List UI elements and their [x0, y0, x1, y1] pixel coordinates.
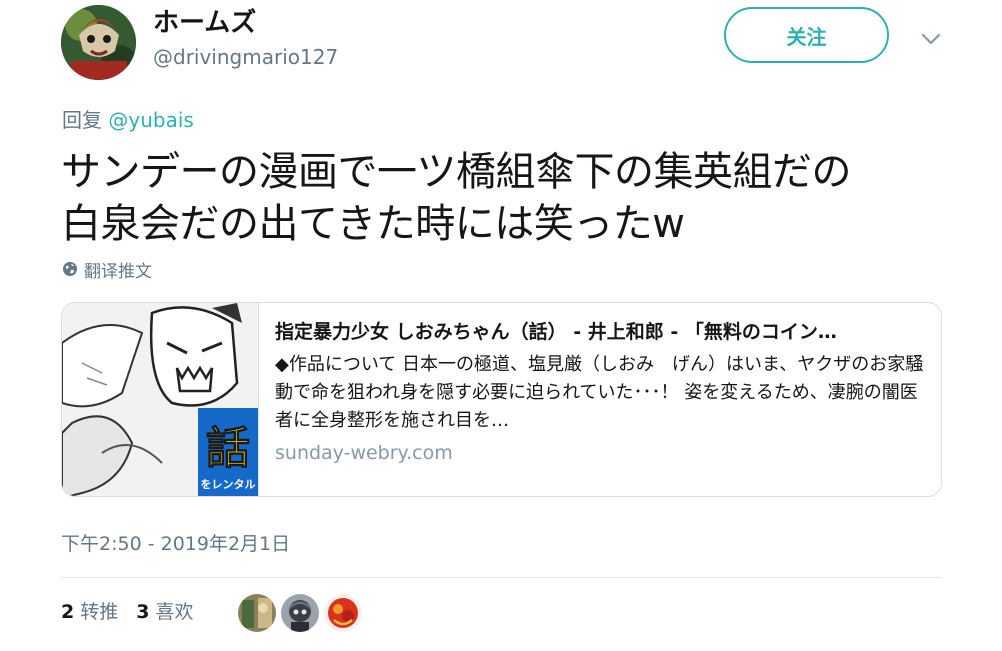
globe-icon: [62, 260, 78, 284]
card-badge-big: 話: [206, 423, 250, 474]
translate-tweet-link[interactable]: 翻译推文: [62, 260, 152, 284]
likes-count: 3: [136, 601, 150, 623]
chevron-down-icon[interactable]: [918, 26, 944, 52]
display-name[interactable]: ホームズ: [153, 6, 256, 40]
user-handle[interactable]: @drivingmario127: [153, 43, 338, 71]
tweet-timestamp[interactable]: 下午2:50 - 2019年2月1日: [61, 530, 290, 558]
tweet-text-line-1: サンデーの漫画で一ツ橋組傘下の集英組だの: [61, 149, 852, 195]
card-body: 指定暴力少女 しおみちゃん（話） - 井上和郎 - 「無料のコイン… ◆作品につ…: [275, 317, 925, 467]
card-domain: sunday-webry.com: [275, 442, 453, 464]
likes-stat[interactable]: 3 喜欢: [136, 597, 193, 627]
retweets-label: 转推: [80, 601, 119, 623]
liker-avatar[interactable]: [281, 594, 319, 632]
tweet-text: サンデーの漫画で一ツ橋組傘下の集英組だの 白泉会だの出てきた時には笑ったw: [61, 146, 961, 250]
reply-mention-link[interactable]: @yubais: [108, 108, 193, 132]
card-badge-small: をレンタル: [201, 478, 256, 491]
retweets-stat[interactable]: 2 转推: [61, 597, 118, 627]
liker-avatars: [238, 594, 362, 632]
avatar[interactable]: [61, 5, 136, 80]
liker-avatar[interactable]: [238, 594, 276, 632]
liker-avatar[interactable]: [324, 594, 362, 632]
card-description: ◆作品について 日本一の極道、塩見厳（しおみ げん）はいま、ヤクザのお家騒動で命…: [275, 354, 924, 431]
retweets-count: 2: [61, 601, 75, 623]
reply-context: 回复 @yubais: [62, 106, 194, 134]
follow-button[interactable]: 关注: [724, 7, 889, 63]
tweet-text-line-2: 白泉会だの出てきた時には笑ったw: [61, 201, 685, 247]
tweet-stats: 2 转推 3 喜欢: [61, 597, 194, 627]
translate-label: 翻译推文: [84, 262, 152, 282]
likes-label: 喜欢: [155, 601, 194, 623]
card-title: 指定暴力少女 しおみちゃん（話） - 井上和郎 - 「無料のコイン…: [275, 321, 837, 343]
link-card[interactable]: 話 をレンタル 指定暴力少女 しおみちゃん（話） - 井上和郎 - 「無料のコイ…: [61, 302, 942, 497]
reply-prefix: 回复: [62, 108, 102, 132]
card-thumbnail: 話 をレンタル: [62, 303, 259, 496]
divider: [61, 577, 942, 578]
